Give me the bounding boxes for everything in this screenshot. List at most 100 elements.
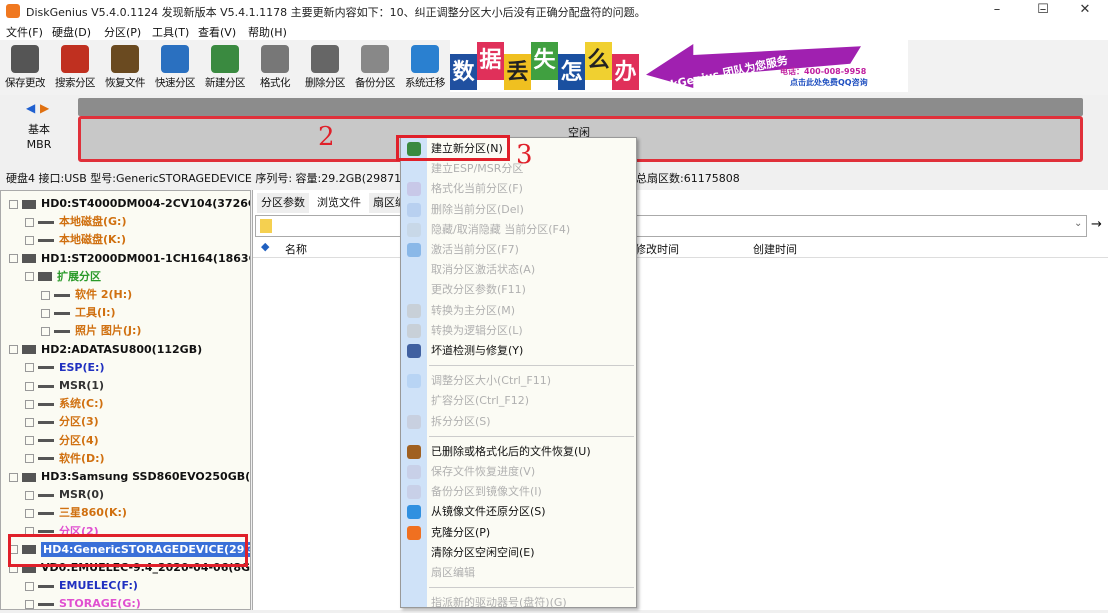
tree-item[interactable]: STORAGE(G:) <box>25 595 141 610</box>
toolbar-button[interactable]: 删除分区 <box>300 42 350 94</box>
toolbar-button[interactable]: 快速分区 <box>150 42 200 94</box>
menu-item[interactable]: 文件(F) <box>6 24 43 40</box>
toolbar-button[interactable]: 备份分区 <box>350 42 400 94</box>
ad-banner[interactable]: DiskGenius 团队为您服务 电话：400-008-9958 点击此处免费… <box>450 40 908 92</box>
tree-item[interactable]: 本地磁盘(G:) <box>25 213 126 231</box>
go-arrow-icon[interactable]: → <box>1091 217 1102 232</box>
context-menu-item[interactable]: 调整分区大小(Ctrl_F11) <box>431 371 551 391</box>
tree-item[interactable]: 扩展分区 <box>25 268 101 286</box>
menu-item[interactable]: 硬盘(D) <box>52 24 91 40</box>
toolbar-label: 快速分区 <box>150 75 200 90</box>
expand-toggle-icon[interactable] <box>25 454 34 463</box>
expand-toggle-icon[interactable] <box>41 309 50 318</box>
expand-toggle-icon[interactable] <box>25 418 34 427</box>
context-menu-item[interactable]: 隐藏/取消隐藏 当前分区(F4) <box>431 220 570 240</box>
tree-item[interactable]: 系统(C:) <box>25 395 104 413</box>
tree-item[interactable]: ESP(E:) <box>25 359 104 377</box>
prev-disk-arrow-icon[interactable]: ◀ <box>26 101 35 115</box>
next-disk-arrow-icon[interactable]: ▶ <box>40 101 49 115</box>
expand-toggle-icon[interactable] <box>25 600 34 609</box>
chevron-down-icon[interactable]: ⌄ <box>1074 218 1082 229</box>
toolbar-button[interactable]: 格式化 <box>250 42 300 94</box>
path-input[interactable]: ⌄ <box>255 215 1087 237</box>
context-menu-item[interactable]: 更改分区参数(F11) <box>431 280 526 300</box>
context-menu-item[interactable]: 保存文件恢复进度(V) <box>431 462 535 482</box>
tree-item[interactable]: 工具(I:) <box>41 304 116 322</box>
expand-toggle-icon[interactable] <box>9 200 18 209</box>
expand-toggle-icon[interactable] <box>25 218 34 227</box>
toolbar-button[interactable]: 保存更改 <box>0 42 50 94</box>
menu-item[interactable]: 工具(T) <box>152 24 189 40</box>
mbr-label: MBR <box>24 137 54 152</box>
column-name[interactable]: 名称 <box>285 241 307 257</box>
tree-item[interactable]: 分区(3) <box>25 413 99 431</box>
context-menu-item[interactable]: 转换为逻辑分区(L) <box>431 321 523 341</box>
context-menu-item[interactable]: 拆分分区(S) <box>431 412 491 432</box>
expand-toggle-icon[interactable] <box>9 254 18 263</box>
tab-browse-files[interactable]: 浏览文件 <box>313 193 365 213</box>
context-menu-item[interactable]: 删除当前分区(Del) <box>431 200 524 220</box>
expand-toggle-icon[interactable] <box>25 436 34 445</box>
expand-toggle-icon[interactable] <box>25 582 34 591</box>
toolbar-icon <box>211 45 239 73</box>
title-bar: DiskGenius V5.4.0.1124 发现新版本 V5.4.1.1178… <box>0 0 1108 22</box>
context-menu-item[interactable]: 格式化当前分区(F) <box>431 179 523 199</box>
tree-item[interactable]: 三星860(K:) <box>25 504 127 522</box>
toolbar-button[interactable]: 新建分区 <box>200 42 250 94</box>
tree-item[interactable]: EMUELEC(F:) <box>25 577 138 595</box>
expand-toggle-icon[interactable] <box>9 473 18 482</box>
up-folder-icon[interactable]: ◆ <box>261 240 269 253</box>
expand-toggle-icon[interactable] <box>25 363 34 372</box>
expand-toggle-icon[interactable] <box>25 400 34 409</box>
context-menu-item[interactable]: 克隆分区(P) <box>431 523 490 543</box>
disk-sector-count: 总扇区数:61175808 <box>636 170 740 186</box>
tree-item[interactable]: MSR(1) <box>25 377 104 395</box>
context-menu-item[interactable]: 扩容分区(Ctrl_F12) <box>431 391 529 411</box>
context-menu-item[interactable]: 激活当前分区(F7) <box>431 240 519 260</box>
tree-item-label: 软件(D:) <box>59 452 105 465</box>
tree-item[interactable]: 照片 图片(J:) <box>41 322 141 340</box>
context-menu-item[interactable]: 备份分区到镜像文件(I) <box>431 482 542 502</box>
tree-item[interactable]: 软件(D:) <box>25 450 105 468</box>
context-menu-item[interactable]: 建立ESP/MSR分区 <box>431 159 523 179</box>
menu-item-icon <box>407 465 421 479</box>
expand-toggle-icon[interactable] <box>25 382 34 391</box>
tree-item[interactable]: 分区(4) <box>25 432 99 450</box>
context-menu-item[interactable]: 清除分区空闲空间(E) <box>431 543 535 563</box>
column-modified[interactable]: 修改时间 <box>635 241 679 257</box>
menu-item[interactable]: 帮助(H) <box>248 24 287 40</box>
tree-item[interactable]: HD2:ADATASU800(112GB) <box>9 341 202 359</box>
context-menu-item[interactable]: 指派新的驱动器号(盘符)(G) <box>431 593 567 613</box>
tree-item[interactable]: HD3:Samsung SSD860EVO250GB(233GB) <box>9 468 251 486</box>
tree-item[interactable]: MSR(0) <box>25 486 104 504</box>
expand-toggle-icon[interactable] <box>9 345 18 354</box>
menu-item[interactable]: 查看(V) <box>198 24 236 40</box>
close-button[interactable]: ✕ <box>1062 0 1108 22</box>
context-menu-item[interactable]: 从镜像文件还原分区(S) <box>431 502 546 522</box>
toolbar-button[interactable]: 系统迁移 <box>400 42 450 94</box>
context-menu-item[interactable]: 取消分区激活状态(A) <box>431 260 535 280</box>
expand-toggle-icon[interactable] <box>25 509 34 518</box>
context-menu-item[interactable]: 坏道检测与修复(Y) <box>431 341 523 361</box>
expand-toggle-icon[interactable] <box>25 491 34 500</box>
tree-item[interactable]: 本地磁盘(K:) <box>25 231 126 249</box>
column-created[interactable]: 创建时间 <box>753 241 797 257</box>
expand-toggle-icon[interactable] <box>25 272 34 281</box>
context-menu-item[interactable]: 转换为主分区(M) <box>431 301 515 321</box>
tab-partition-params[interactable]: 分区参数 <box>257 193 309 213</box>
menu-item-icon <box>407 243 421 257</box>
expand-toggle-icon[interactable] <box>41 327 50 336</box>
maximize-button[interactable]: ☐ <box>1020 0 1066 22</box>
tree-item[interactable]: HD1:ST2000DM001-1CH164(1863GB) <box>9 250 251 268</box>
toolbar-button[interactable]: 恢复文件 <box>100 42 150 94</box>
minimize-button[interactable]: – <box>974 0 1020 22</box>
context-menu-item[interactable]: 扇区编辑 <box>431 563 475 583</box>
context-menu-item[interactable]: 已删除或格式化后的文件恢复(U) <box>431 442 591 462</box>
expand-toggle-icon[interactable] <box>41 291 50 300</box>
menu-item[interactable]: 分区(P) <box>104 24 141 40</box>
expand-toggle-icon[interactable] <box>25 236 34 245</box>
tree-item[interactable]: HD0:ST4000DM004-2CV104(3726GB) <box>9 195 251 213</box>
banner-tile: 失 <box>531 42 558 80</box>
toolbar-button[interactable]: 搜索分区 <box>50 42 100 94</box>
tree-item[interactable]: 软件 2(H:) <box>41 286 132 304</box>
